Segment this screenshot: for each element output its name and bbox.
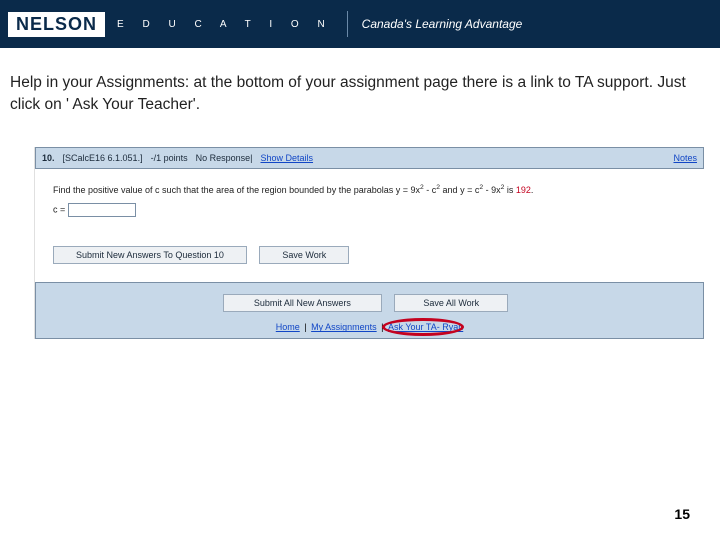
- question-response: No Response: [196, 153, 251, 163]
- question-text: Find the positive value of c such that t…: [53, 185, 694, 195]
- help-blurb: Help in your Assignments: at the bottom …: [0, 48, 720, 115]
- header-separator: [347, 11, 348, 37]
- q-part1: Find the positive value of c such that t…: [53, 185, 411, 195]
- all-button-row: Submit All New Answers Save All Work: [36, 293, 703, 312]
- ask-ta-link[interactable]: Ask Your TA- Ryan: [388, 322, 463, 332]
- q-eq1a: 9x: [411, 185, 421, 195]
- question-button-row: Submit New Answers To Question 10 Save W…: [53, 245, 694, 264]
- brand-logo: NELSON: [8, 12, 105, 37]
- my-assignments-link[interactable]: My Assignments: [311, 322, 377, 332]
- all-answers-panel: Submit All New Answers Save All Work Hom…: [35, 282, 704, 339]
- q-and: and y = c: [440, 185, 479, 195]
- c-label: c =: [53, 205, 68, 215]
- question-body: Find the positive value of c such that t…: [35, 169, 704, 229]
- save-all-button[interactable]: Save All Work: [394, 294, 508, 312]
- question-header: 10. [SCalcE16 6.1.051.] -/1 points No Re…: [35, 147, 704, 169]
- question-points: -/1 points: [151, 153, 188, 163]
- answer-input[interactable]: [68, 203, 136, 217]
- q-end: is: [504, 185, 516, 195]
- question-number: 10.: [42, 153, 55, 163]
- save-work-button[interactable]: Save Work: [259, 246, 349, 264]
- assignment-screenshot: 10. [SCalcE16 6.1.051.] -/1 points No Re…: [34, 147, 704, 339]
- submit-question-button[interactable]: Submit New Answers To Question 10: [53, 246, 247, 264]
- show-details-link[interactable]: Show Details: [261, 153, 314, 163]
- question-ref: [SCalcE16 6.1.051.]: [63, 153, 143, 163]
- answer-row: c =: [53, 203, 694, 217]
- footer-links: Home | My Assignments | Ask Your TA- Rya…: [36, 322, 703, 332]
- submit-all-button[interactable]: Submit All New Answers: [223, 294, 382, 312]
- notes-link[interactable]: Notes: [673, 153, 697, 163]
- q-value: 192: [516, 185, 531, 195]
- page-number: 15: [674, 506, 690, 522]
- header-bar: NELSON E D U C A T I O N Canada's Learni…: [0, 0, 720, 48]
- education-label: E D U C A T I O N: [117, 19, 333, 30]
- pipe: |: [250, 153, 252, 163]
- q-eq2a: - 9x: [483, 185, 501, 195]
- q-eq1b: - c: [424, 185, 437, 195]
- home-link[interactable]: Home: [276, 322, 300, 332]
- tagline: Canada's Learning Advantage: [362, 17, 523, 31]
